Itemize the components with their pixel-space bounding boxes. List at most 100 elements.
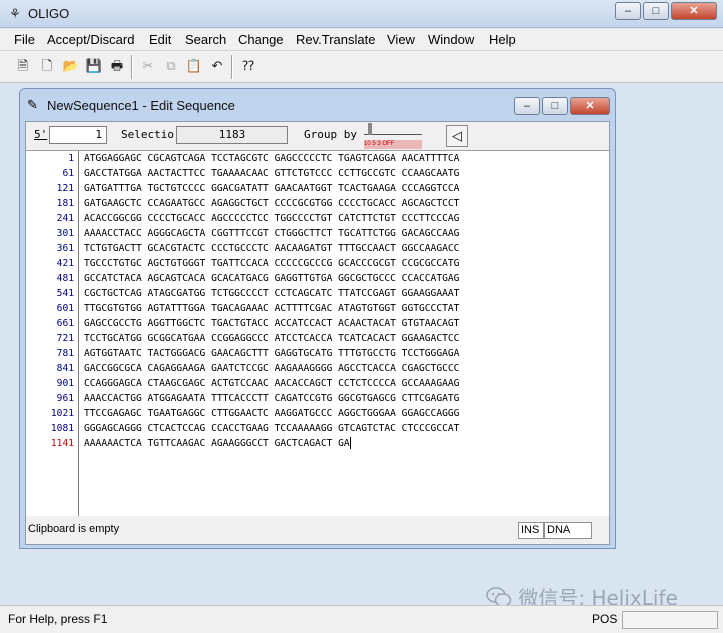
sequence-type-indicator: DNA: [544, 522, 592, 539]
row-sequence: GACCGGCGCA CAGAGGAAGA GAATCTCCGC AAGAAAG…: [84, 363, 460, 374]
row-sequence: GAGCCGCCTG AGGTTGGCTC TGACTGTACC ACCATCC…: [84, 318, 460, 329]
row-number: 661: [56, 318, 74, 329]
row-number: 1021: [50, 408, 74, 419]
row-number: 781: [56, 348, 74, 359]
speaker-icon[interactable]: ◁: [446, 125, 468, 147]
group-by-slider-thumb[interactable]: [368, 123, 372, 135]
menu-bar: File Accept/Discard Edit Search Change R…: [0, 29, 723, 51]
row-sequence: TCTGTGACTT GCACGTACTC CCCTGCCCTC AACAAGA…: [84, 243, 460, 254]
row-number: 841: [56, 363, 74, 374]
copy-icon[interactable]: ⧉: [160, 55, 182, 77]
toolbar: 🗎 🗋 📂 💾 🖶 ✂ ⧉ 📋 ↶ ⁇: [0, 51, 723, 83]
oligo-app-icon: ⚘: [9, 6, 21, 21]
open-folder-icon[interactable]: 📂: [60, 55, 82, 77]
pos-label: POS: [592, 612, 618, 626]
cut-icon[interactable]: ✂: [137, 55, 159, 77]
sequence-row: 181 GATGAAGCTC CCAGAATGCC AGAGGCTGCT CCCC…: [26, 196, 609, 211]
text-caret: [349, 437, 351, 449]
row-sequence: GATGATTTGA TGCTGTCCCC GGACGATATT GAACAAT…: [84, 183, 460, 194]
menu-view[interactable]: View: [387, 32, 415, 47]
pos-field: [622, 611, 718, 629]
maximize-button[interactable]: □: [643, 2, 669, 20]
group-by-label: Group by: [304, 128, 357, 141]
sequence-row: 1021 TTCCGAGAGC TGAATGAGGC CTTGGAACTC AAG…: [26, 406, 609, 421]
sequence-row: 541 CGCTGCTCAG ATAGCGATGG TCTGGCCCCT CCTC…: [26, 286, 609, 301]
editor-maximize-button[interactable]: □: [542, 97, 568, 115]
menu-change[interactable]: Change: [238, 32, 284, 47]
editor-body: 5' 1 Selectio 1183 Group by 10 5 3 OFF ◁…: [25, 121, 610, 545]
row-sequence: CGCTGCTCAG ATAGCGATGG TCTGGCCCCT CCTCAGC…: [84, 288, 460, 299]
window-title: OLIGO: [28, 6, 70, 21]
row-sequence: CCAGGGAGCA CTAAGCGAGC ACTGTCCAAC AACACCA…: [84, 378, 460, 389]
sequence-row: 1081 GGGAGCAGGG CTCACTCCAG CCACCTGAAG TCC…: [26, 421, 609, 436]
position-field[interactable]: 1: [49, 126, 107, 144]
editor-status-bar: Clipboard is empty INS DNA: [26, 516, 609, 544]
row-number: 481: [56, 273, 74, 284]
undo-icon[interactable]: ↶: [206, 55, 228, 77]
close-button[interactable]: ✕: [671, 2, 717, 20]
menu-rev-translate[interactable]: Rev.Translate: [296, 32, 375, 47]
menu-search[interactable]: Search: [185, 32, 226, 47]
group-by-slider[interactable]: [364, 129, 422, 135]
help-hint: For Help, press F1: [8, 612, 108, 626]
edit-sequence-window: ✎ NewSequence1 - Edit Sequence – □ ✕ 5' …: [19, 88, 616, 549]
main-status-bar: For Help, press F1 POS: [0, 605, 723, 633]
editor-close-button[interactable]: ✕: [570, 97, 610, 115]
group-by-ticks: 10 5 3 OFF: [364, 140, 422, 149]
sequence-row: 841 GACCGGCGCA CAGAGGAAGA GAATCTCCGC AAGA…: [26, 361, 609, 376]
row-number: 721: [56, 333, 74, 344]
editor-minimize-button[interactable]: –: [514, 97, 540, 115]
edit-sequence-title-bar: ✎ NewSequence1 - Edit Sequence – □ ✕: [20, 89, 615, 121]
sequence-row: 421 TGCCCTGTGC AGCTGTGGGT TGATTCCACA CCCC…: [26, 256, 609, 271]
new-document-icon[interactable]: 🗋: [36, 55, 58, 77]
row-number: 181: [56, 198, 74, 209]
new-sequence-icon[interactable]: 🗎: [12, 55, 34, 77]
insert-mode-indicator: INS: [518, 522, 544, 539]
row-sequence: GGGAGCAGGG CTCACTCCAG CCACCTGAAG TCCAAAA…: [84, 423, 460, 434]
selection-label: Selectio: [121, 128, 174, 141]
sequence-row: 781 AGTGGTAATC TACTGGGACG GAACAGCTTT GAGG…: [26, 346, 609, 361]
row-sequence: GATGAAGCTC CCAGAATGCC AGAGGCTGCT CCCCGCG…: [84, 198, 460, 209]
row-sequence: AAAACCTACC AGGGCAGCTA CGGTTTCCGT CTGGGCT…: [84, 228, 460, 239]
last-row-sequence: AAAAAACTCA TGTTCAAGAC AGAAGGGCCT GACTCAG…: [84, 438, 350, 449]
row-number: 421: [56, 258, 74, 269]
row-sequence: TTCCGAGAGC TGAATGAGGC CTTGGAACTC AAGGATG…: [84, 408, 460, 419]
sequence-row: 1141 AAAAAACTCA TGTTCAAGAC AGAAGGGCCT GAC…: [26, 436, 609, 451]
menu-accept-discard[interactable]: Accept/Discard: [47, 32, 134, 47]
toolbar-separator: [131, 55, 133, 79]
minimize-button[interactable]: –: [615, 2, 641, 20]
save-icon[interactable]: 💾: [83, 55, 105, 77]
row-number: 961: [56, 393, 74, 404]
row-number: 1141: [50, 438, 74, 449]
row-number: 301: [56, 228, 74, 239]
sequence-row: 1 ATGGAGGAGC CGCAGTCAGA TCCTAGCGTC GAGCCC…: [26, 151, 609, 166]
context-help-icon[interactable]: ⁇: [237, 55, 259, 77]
row-number: 121: [56, 183, 74, 194]
selection-field: 1183: [176, 126, 288, 144]
sequence-row: 241 ACACCGGCGG CCCCTGCACC AGCCCCCTCC TGGC…: [26, 211, 609, 226]
toolbar-separator: [231, 55, 233, 79]
row-sequence: GCCATCTACA AGCAGTCACA GCACATGACG GAGGTTG…: [84, 273, 460, 284]
editor-title: NewSequence1 - Edit Sequence: [47, 98, 235, 113]
row-sequence: AAACCACTGG ATGGAGAATA TTTCACCCTT CAGATCC…: [84, 393, 460, 404]
sequence-editor[interactable]: 1 ATGGAGGAGC CGCAGTCAGA TCCTAGCGTC GAGCCC…: [26, 150, 609, 517]
sequence-row: 361 TCTGTGACTT GCACGTACTC CCCTGCCCTC AACA…: [26, 241, 609, 256]
menu-window[interactable]: Window: [428, 32, 474, 47]
sequence-row: 301 AAAACCTACC AGGGCAGCTA CGGTTTCCGT CTGG…: [26, 226, 609, 241]
row-sequence: GACCTATGGA AACTACTTCC TGAAAACAAC GTTCTGT…: [84, 168, 460, 179]
menu-help[interactable]: Help: [489, 32, 516, 47]
menu-edit[interactable]: Edit: [149, 32, 171, 47]
row-sequence: ATGGAGGAGC CGCAGTCAGA TCCTAGCGTC GAGCCCC…: [84, 153, 460, 164]
row-number: 901: [56, 378, 74, 389]
sequence-row: 61 GACCTATGGA AACTACTTCC TGAAAACAAC GTTCT…: [26, 166, 609, 181]
main-title-bar: ⚘ OLIGO – □ ✕: [0, 0, 723, 28]
row-number: 61: [62, 168, 74, 179]
menu-file[interactable]: File: [14, 32, 35, 47]
paste-icon[interactable]: 📋: [183, 55, 205, 77]
sequence-row: 721 TCCTGCATGG GCGGCATGAA CCGGAGGCCC ATCC…: [26, 331, 609, 346]
sequence-row: 961 AAACCACTGG ATGGAGAATA TTTCACCCTT CAGA…: [26, 391, 609, 406]
print-icon[interactable]: 🖶: [106, 55, 128, 77]
sequence-row: 901 CCAGGGAGCA CTAAGCGAGC ACTGTCCAAC AACA…: [26, 376, 609, 391]
sequence-row: 481 GCCATCTACA AGCAGTCACA GCACATGACG GAGG…: [26, 271, 609, 286]
row-number: 361: [56, 243, 74, 254]
